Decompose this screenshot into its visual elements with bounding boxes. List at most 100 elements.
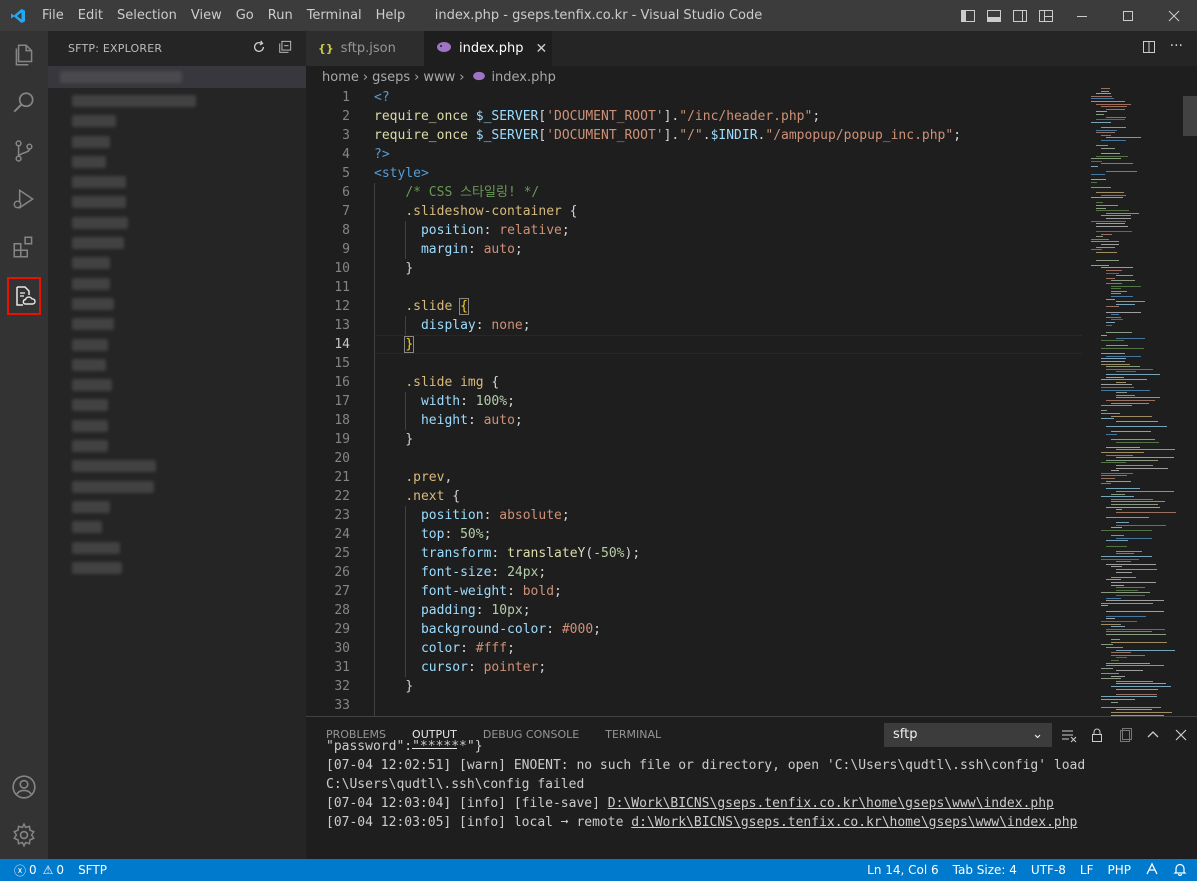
tree-item[interactable] [48, 213, 306, 233]
close-tab-icon[interactable]: ✕ [535, 41, 547, 57]
minimap-stroke [1106, 322, 1115, 323]
minimap-stroke [1106, 332, 1133, 334]
search-icon[interactable] [0, 79, 48, 127]
tree-item[interactable] [48, 253, 306, 273]
minimap-stroke [1106, 628, 1165, 630]
code-line: /* CSS 스타일링! */ [405, 185, 540, 200]
menu-file[interactable]: File [35, 0, 71, 31]
tree-item[interactable] [48, 395, 306, 415]
line-number: 25 [334, 546, 350, 561]
sftp-status[interactable]: SFTP [78, 863, 107, 877]
minimap-stroke [1111, 535, 1124, 537]
end-of-line[interactable]: LF [1080, 863, 1094, 877]
tree-item[interactable] [48, 152, 306, 172]
menu-help[interactable]: Help [369, 0, 413, 31]
sidebar-title: SFTP: EXPLORER [68, 42, 163, 55]
menu-go[interactable]: Go [229, 0, 261, 31]
minimap-stroke [1106, 426, 1167, 427]
tab-size[interactable]: Tab Size: 4 [953, 863, 1017, 877]
tree-item[interactable] [48, 558, 306, 578]
breadcrumb-item[interactable]: www [423, 70, 455, 85]
editor-scrollbar[interactable] [1183, 88, 1197, 716]
tree-item[interactable] [48, 172, 306, 192]
collapse-all-icon[interactable] [278, 40, 292, 57]
code-editor[interactable]: 1 2 3 4 5 6 7 8 9 10 11 12 13 14 15 16 17 18 19 20 21 22 23 24 2… [306, 88, 1197, 716]
tree-item[interactable] [48, 497, 306, 517]
toggle-panel-icon[interactable] [986, 8, 1002, 24]
breadcrumb-item[interactable]: index.php [491, 70, 555, 85]
tree-item[interactable] [48, 192, 306, 212]
toggle-secondary-sidebar-icon[interactable] [1012, 8, 1028, 24]
minimap[interactable] [1091, 88, 1181, 716]
minimap-stroke [1101, 496, 1134, 498]
minimap-stroke [1106, 540, 1129, 542]
tree-item[interactable] [48, 294, 306, 314]
tree-item[interactable] [48, 111, 306, 131]
menu-selection[interactable]: Selection [110, 0, 184, 31]
feedback-icon[interactable] [1145, 862, 1159, 879]
tree-item[interactable] [48, 436, 306, 456]
menu-terminal[interactable]: Terminal [300, 0, 369, 31]
code-line: require_once $_SERVER['DOCUMENT_ROOT']."… [374, 109, 821, 124]
tree-item[interactable] [48, 314, 306, 334]
menu-run[interactable]: Run [261, 0, 300, 31]
customize-layout-icon[interactable] [1038, 8, 1054, 24]
tab-sftp-json[interactable]: {} sftp.json [306, 31, 424, 66]
tree-root-item[interactable] [48, 66, 306, 88]
tree-item[interactable] [48, 416, 306, 436]
extensions-icon[interactable] [0, 223, 48, 271]
scrollbar-thumb[interactable] [1183, 96, 1197, 136]
minimap-stroke [1106, 366, 1141, 368]
breadcrumb-item[interactable]: home [322, 70, 359, 85]
toggle-sidebar-icon[interactable] [960, 8, 976, 24]
refresh-icon[interactable] [252, 40, 266, 57]
sftp-explorer-icon[interactable] [7, 277, 41, 315]
close-window-icon[interactable] [1151, 0, 1197, 31]
tab-index-php[interactable]: index.php ✕ [424, 31, 552, 66]
minimap-stroke [1091, 186, 1112, 188]
tree-item[interactable] [48, 355, 306, 375]
cursor-position[interactable]: Ln 14, Col 6 [867, 863, 939, 877]
tree-item[interactable] [48, 91, 306, 111]
explorer-icon[interactable] [0, 31, 48, 79]
breadcrumb-item[interactable]: gseps [372, 70, 410, 85]
file-link[interactable]: d:\Work\BICNS\gseps.tenfix.co.kr\home\gs… [631, 815, 1077, 830]
settings-gear-icon[interactable] [0, 811, 48, 859]
minimap-stroke [1106, 283, 1122, 284]
line-number: 17 [334, 394, 350, 409]
code-line: .slideshow-container { [405, 204, 578, 219]
line-number: 7 [342, 204, 350, 219]
tree-item[interactable] [48, 517, 306, 537]
minimize-icon[interactable] [1059, 0, 1105, 31]
code-line: transform: translateY(-50%); [420, 546, 641, 561]
line-number: 9 [342, 242, 350, 257]
more-actions-icon[interactable]: ··· [1170, 39, 1183, 58]
encoding[interactable]: UTF-8 [1031, 863, 1066, 877]
tree-item[interactable] [48, 538, 306, 558]
tree-item[interactable] [48, 375, 306, 395]
tree-item[interactable] [48, 274, 306, 294]
file-link[interactable]: D:\Work\BICNS\gseps.tenfix.co.kr\home\gs… [608, 796, 1054, 811]
notifications-bell-icon[interactable] [1173, 862, 1187, 879]
tree-item[interactable] [48, 456, 306, 476]
tree-item[interactable] [48, 233, 306, 253]
run-debug-icon[interactable] [0, 175, 48, 223]
split-editor-icon[interactable] [1142, 40, 1156, 58]
menu-edit[interactable]: Edit [71, 0, 110, 31]
source-control-icon[interactable] [0, 127, 48, 175]
maximize-icon[interactable] [1105, 0, 1151, 31]
menu-bar: File Edit Selection View Go Run Terminal… [35, 0, 412, 31]
problems-status[interactable]: ⓧ 0 ⚠ 0 [14, 862, 64, 879]
output-log[interactable]: "password":"******"} [07-04 12:02:51] [w… [326, 739, 1186, 832]
account-icon[interactable] [0, 763, 48, 811]
tree-item[interactable] [48, 477, 306, 497]
minimap-stroke [1101, 699, 1136, 700]
minimap-stroke [1111, 504, 1159, 505]
tree-item[interactable] [48, 132, 306, 152]
minimap-stroke [1111, 439, 1156, 440]
tree-item[interactable] [48, 335, 306, 355]
language-mode[interactable]: PHP [1108, 863, 1132, 877]
code-line: require_once $_SERVER['DOCUMENT_ROOT']."… [374, 128, 962, 143]
log-line: [07-04 12:03:04] [info] [file-save] D:\W… [326, 796, 1054, 811]
menu-view[interactable]: View [184, 0, 229, 31]
